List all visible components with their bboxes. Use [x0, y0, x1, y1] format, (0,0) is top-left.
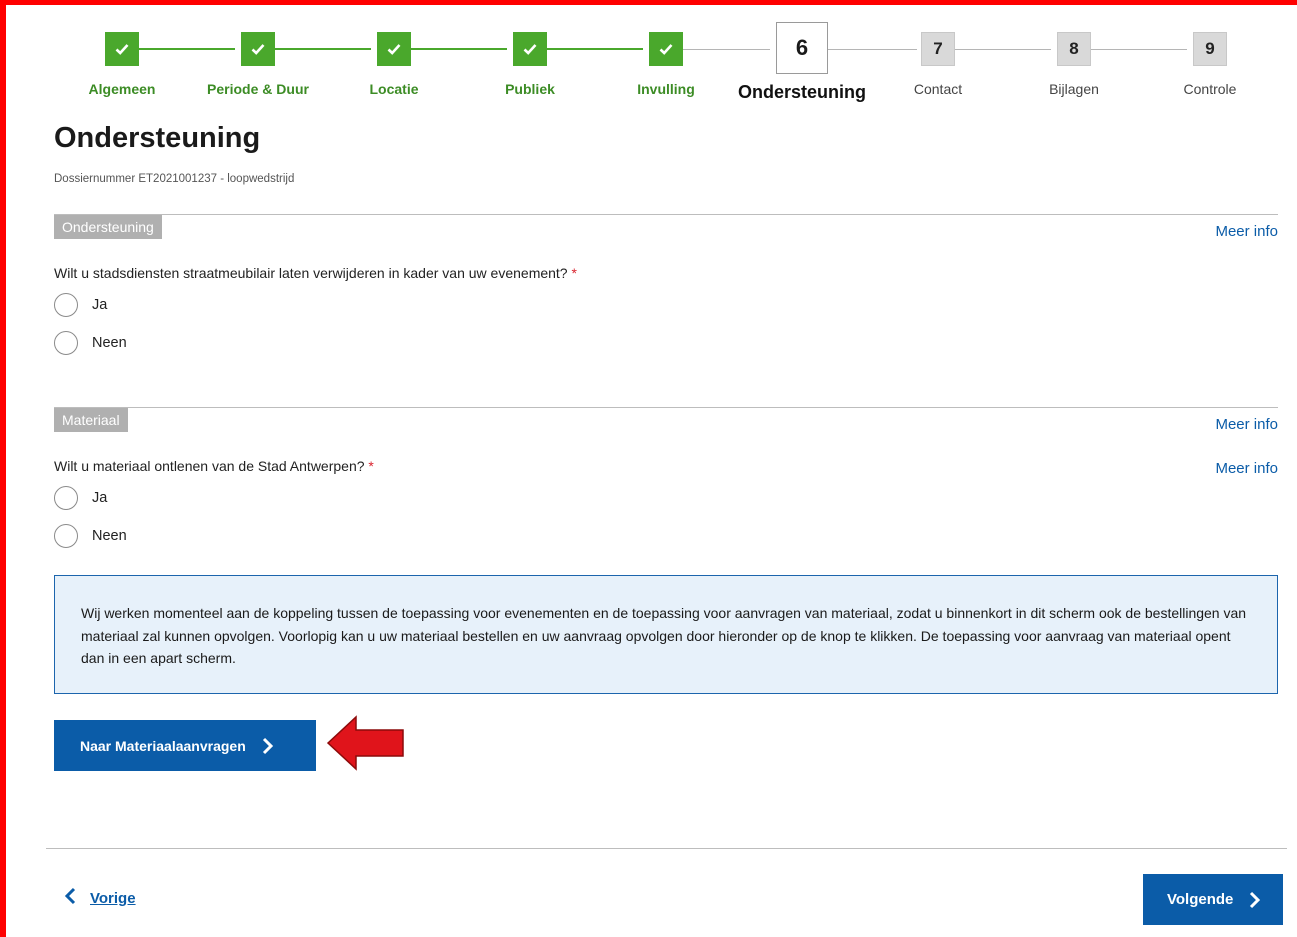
- check-icon: [105, 32, 139, 66]
- naar-materiaalaanvragen-button[interactable]: Naar Materiaalaanvragen: [54, 720, 316, 771]
- step-label: Controle: [1183, 81, 1237, 97]
- step-number: 8: [1057, 32, 1091, 66]
- question-straatmeubilair: Wilt u stadsdiensten straatmeubilair lat…: [54, 265, 577, 281]
- stepper-connector: [1091, 49, 1187, 50]
- step-number: 7: [921, 32, 955, 66]
- section-tag-ondersteuning: Ondersteuning: [54, 215, 162, 239]
- vorige-label: Vorige: [90, 889, 136, 907]
- check-icon: [241, 32, 275, 66]
- step-number: 6: [776, 22, 828, 74]
- question-text: Wilt u materiaal ontlenen van de Stad An…: [54, 458, 365, 474]
- step-label: Locatie: [369, 81, 419, 97]
- meer-info-link[interactable]: Meer info: [1215, 416, 1278, 433]
- step-label: Periode & Duur: [207, 81, 309, 97]
- meer-info-link-question[interactable]: Meer info: [1215, 460, 1278, 477]
- annotation-frame-left: [0, 0, 6, 937]
- step-label: Bijlagen: [1049, 81, 1099, 97]
- radio-button[interactable]: [54, 293, 78, 317]
- stepper-connector: [411, 48, 507, 50]
- check-icon: [513, 32, 547, 66]
- question-text: Wilt u stadsdiensten straatmeubilair lat…: [54, 265, 568, 281]
- check-icon: [649, 32, 683, 66]
- button-label: Volgende: [1167, 891, 1234, 908]
- step-label: Ondersteuning: [737, 82, 866, 102]
- step-label: Algemeen: [88, 81, 156, 97]
- red-arrow-annotation-icon: [326, 714, 406, 776]
- step-label: Publiek: [505, 81, 555, 97]
- button-label: Naar Materiaalaanvragen: [80, 737, 246, 754]
- radio-button[interactable]: [54, 486, 78, 510]
- radio-label: Neen: [92, 528, 127, 544]
- meer-info-link[interactable]: Meer info: [1215, 223, 1278, 240]
- radio-button[interactable]: [54, 331, 78, 355]
- required-mark: *: [368, 458, 374, 474]
- radio-option-neen[interactable]: Neen: [54, 331, 127, 355]
- chevron-right-icon: [262, 737, 274, 755]
- radio-option-ja[interactable]: Ja: [54, 293, 107, 317]
- chevron-right-icon: [1249, 891, 1261, 909]
- step-label: Invulling: [637, 81, 695, 97]
- radio-option-ja[interactable]: Ja: [54, 486, 107, 510]
- annotation-frame-top: [0, 0, 1297, 5]
- check-icon: [377, 32, 411, 66]
- info-message-box: Wij werken momenteel aan de koppeling tu…: [54, 575, 1278, 694]
- page-title: Ondersteuning: [54, 122, 261, 154]
- step-number: 9: [1193, 32, 1227, 66]
- stepper-connector: [955, 49, 1051, 50]
- section-divider: [54, 407, 1278, 408]
- dossier-number: Dossiernummer ET2021001237 - loopwedstri…: [54, 173, 295, 185]
- radio-label: Ja: [92, 490, 108, 506]
- vorige-link[interactable]: Vorige: [64, 887, 136, 909]
- radio-label: Ja: [92, 297, 108, 313]
- stepper-connector: [275, 48, 371, 50]
- step-label: Contact: [913, 81, 963, 97]
- stepper-connector: [547, 48, 643, 50]
- section-tag-materiaal: Materiaal: [54, 408, 128, 432]
- volgende-button[interactable]: Volgende: [1143, 874, 1283, 925]
- section-divider: [54, 214, 1278, 215]
- radio-option-neen[interactable]: Neen: [54, 524, 127, 548]
- question-materiaal: Wilt u materiaal ontlenen van de Stad An…: [54, 458, 374, 474]
- required-mark: *: [571, 265, 577, 281]
- stepper-connector: [139, 48, 235, 50]
- progress-stepper: Algemeen Periode & Duur Locatie Publiek …: [54, 20, 1278, 110]
- footer-divider: [46, 848, 1287, 849]
- chevron-left-icon: [64, 887, 76, 909]
- radio-button[interactable]: [54, 524, 78, 548]
- radio-label: Neen: [92, 335, 127, 351]
- stepper-connector: [828, 49, 917, 50]
- stepper-connector: [683, 49, 770, 50]
